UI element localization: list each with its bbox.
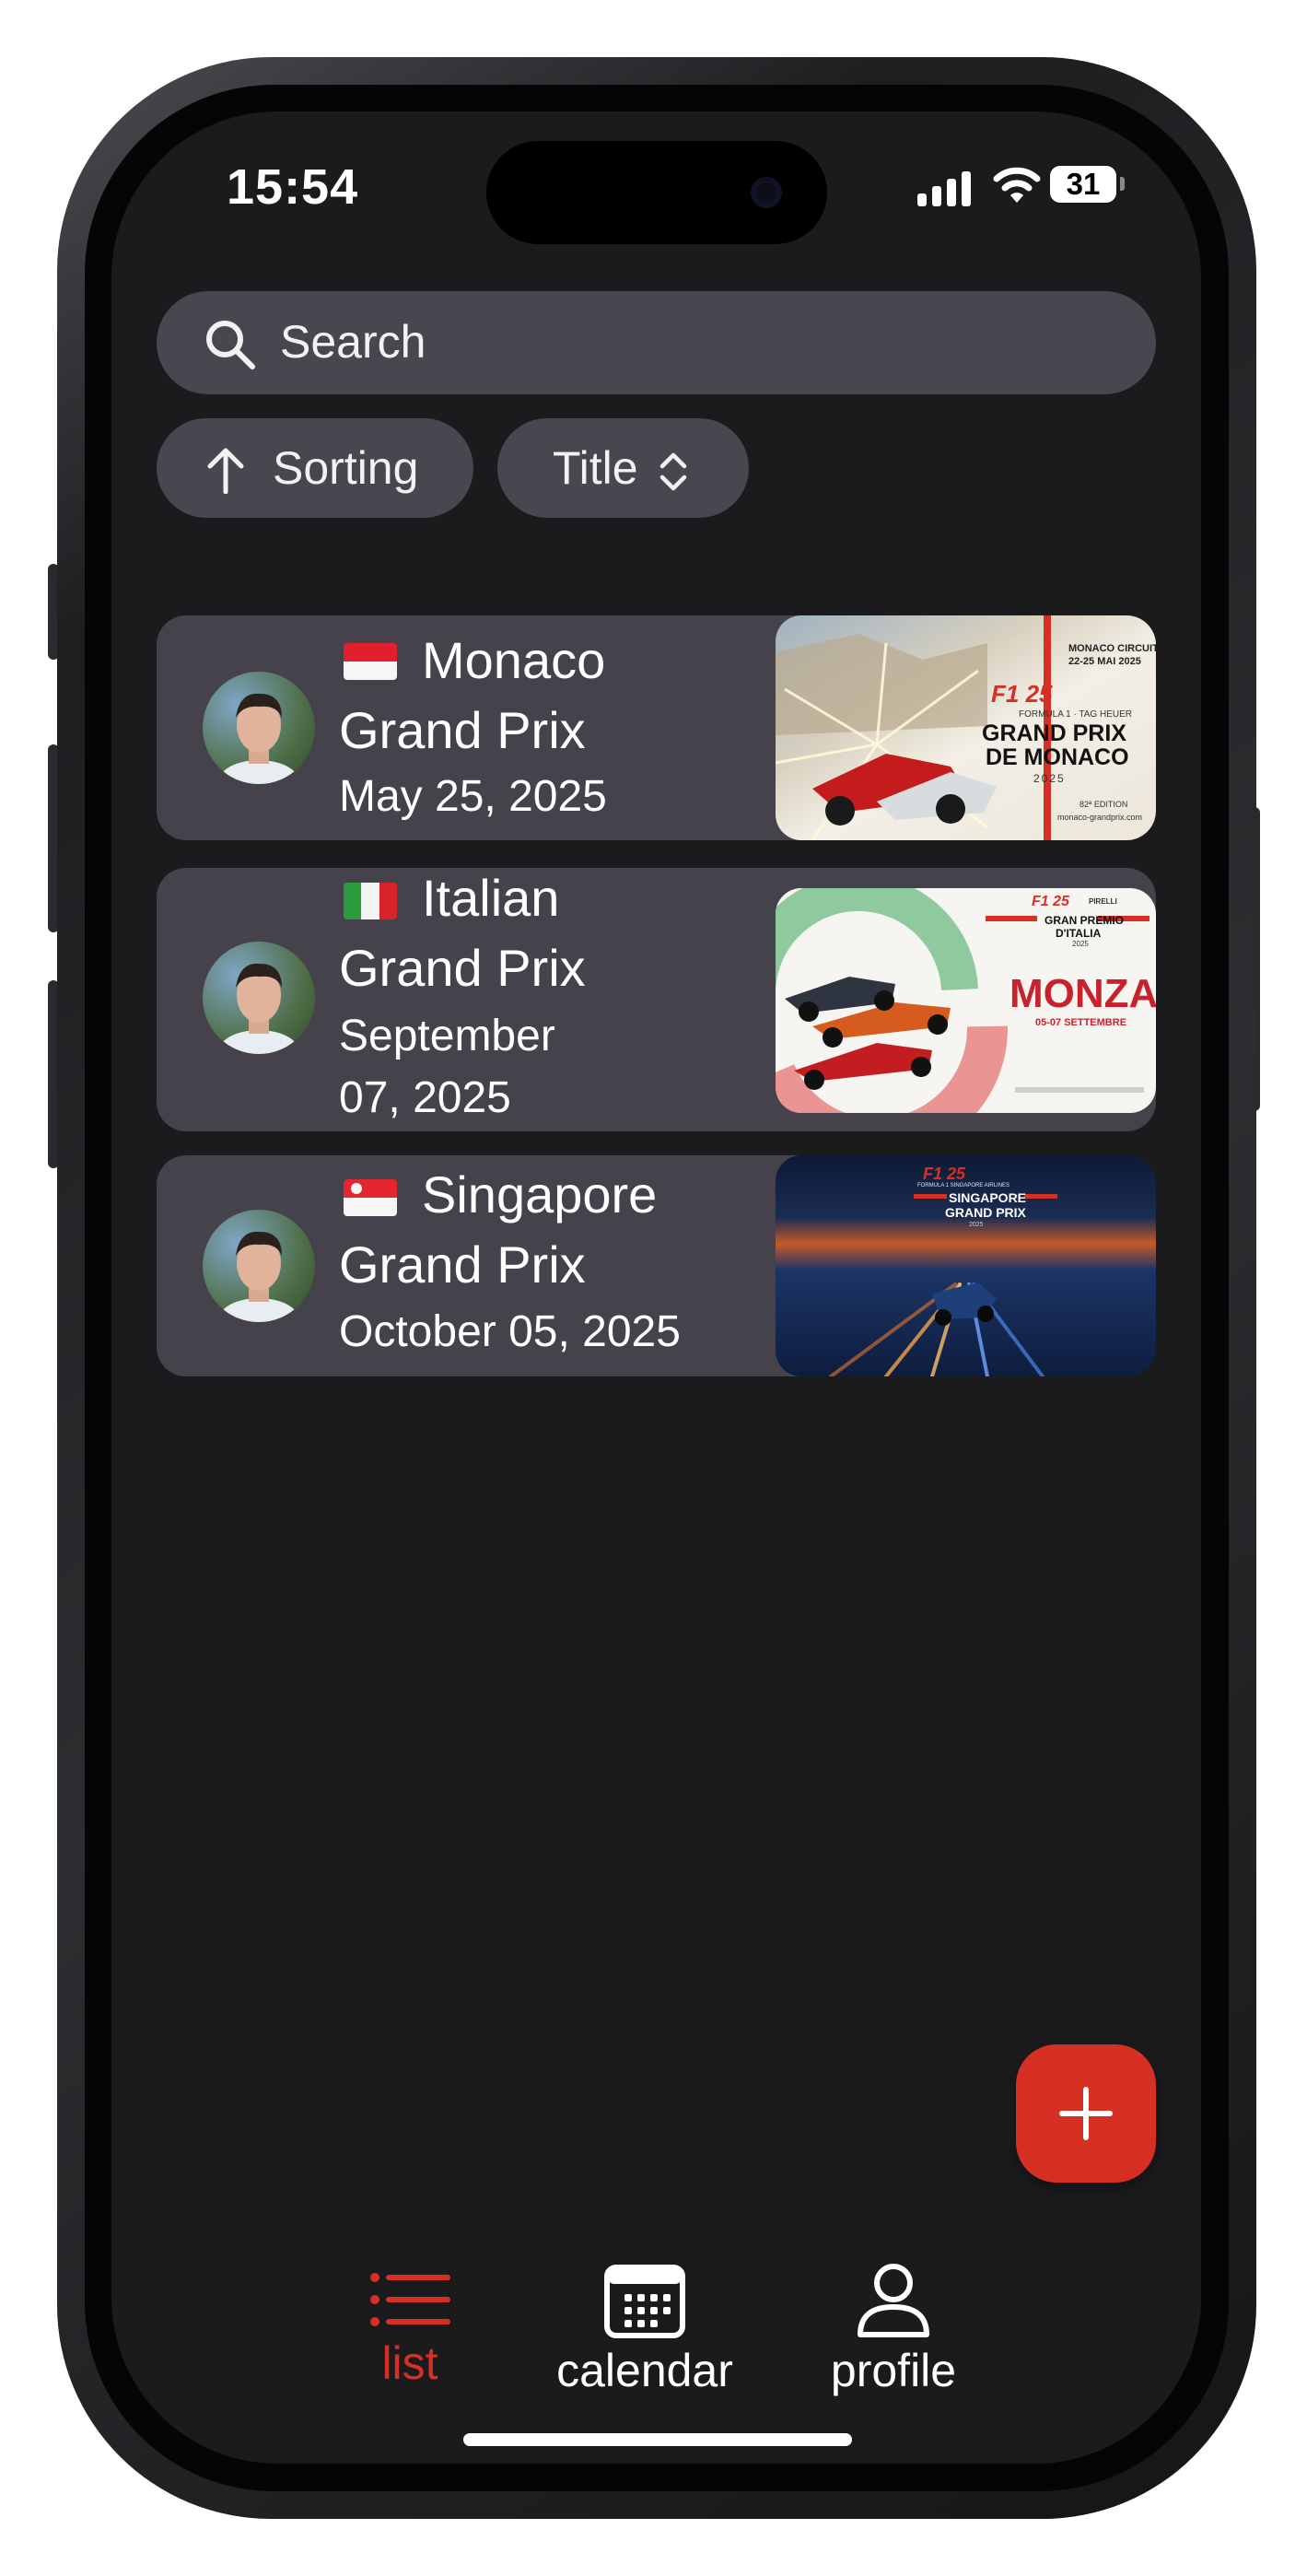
poster-name-line2: GRAND PRIX (945, 1205, 1026, 1220)
poster-name-line1: SINGAPORE (949, 1190, 1027, 1205)
list-icon (370, 2273, 450, 2326)
battery-icon: 31 (1050, 166, 1116, 203)
poster-f1-logo: F1 25 (991, 680, 1053, 708)
tab-profile-label: profile (830, 2345, 957, 2396)
flag-monaco-icon (344, 643, 397, 680)
flag-italy-icon (344, 883, 397, 919)
calendar-icon (604, 2265, 685, 2338)
title-sort-label: Title (553, 442, 638, 494)
chevron-up-down-icon (659, 452, 687, 491)
event-poster-italy: F1 25 PIRELLI GRAN PREMIO D'ITALIA 2025 … (776, 888, 1156, 1113)
avatar (203, 1210, 315, 1322)
tab-list[interactable]: list (341, 2257, 479, 2389)
tab-list-label: list (381, 2337, 438, 2389)
event-date-line2: 07, 2025 (339, 1073, 511, 1122)
poster-edition: 82ª EDITION (1079, 800, 1128, 809)
tab-calendar-label: calendar (556, 2345, 733, 2396)
plus-icon (1059, 2087, 1113, 2140)
poster-city: MONZA (1009, 971, 1156, 1016)
poster-year: 2025 (1072, 940, 1089, 948)
cellular-signal-icon (917, 171, 971, 206)
event-date: October 05, 2025 (339, 1307, 681, 1356)
status-time: 15:54 (227, 159, 359, 215)
event-title-line2: Grand Prix (339, 939, 586, 997)
poster-dates: 05-07 SETTEMBRE (1035, 1017, 1127, 1028)
poster-year: 2025 (969, 1222, 984, 1228)
poster-sponsor: FORMULA 1 · TAG HEUER (1019, 709, 1132, 720)
poster-year: 2025 (1033, 772, 1066, 785)
sorting-label: Sorting (273, 442, 419, 494)
tab-calendar[interactable]: calendar (543, 2257, 746, 2396)
event-card-monaco[interactable]: Monaco Grand Prix May 25, 2025 MONACO CI… (157, 615, 1156, 840)
poster-dates: 22-25 MAI 2025 (1068, 656, 1141, 667)
poster-name-line2: D'ITALIA (1056, 927, 1102, 940)
arrow-up-icon (207, 448, 244, 494)
event-title-line2: Grand Prix (339, 701, 586, 759)
poster-sponsor: PIRELLI (1089, 897, 1117, 906)
avatar (203, 942, 315, 1054)
event-date: May 25, 2025 (339, 772, 607, 821)
event-title-line2: Grand Prix (339, 1235, 586, 1294)
avatar (203, 672, 315, 784)
add-event-button[interactable] (1016, 2044, 1156, 2183)
event-poster-singapore: F1 25 FORMULA 1 SINGAPORE AIRLINES SINGA… (776, 1155, 1156, 1376)
poster-name-line1: GRAND PRIX (982, 720, 1126, 746)
poster-name-line2: DE MONACO (986, 744, 1129, 770)
battery-tip (1120, 177, 1125, 191)
flag-singapore-icon (344, 1179, 397, 1216)
search-input[interactable]: Search (280, 315, 426, 369)
event-poster-monaco: MONACO CIRCUIT 22-25 MAI 2025 F1 25 FORM… (776, 615, 1156, 840)
poster-circuit: MONACO CIRCUIT (1068, 643, 1156, 654)
event-card-singapore[interactable]: Singapore Grand Prix October 05, 2025 F1… (157, 1155, 1156, 1376)
camera-icon (751, 177, 782, 208)
event-title-line1: Singapore (422, 1165, 658, 1224)
home-indicator[interactable] (463, 2433, 852, 2446)
poster-name-line1: GRAN PREMIO (1044, 914, 1125, 927)
tab-profile[interactable]: profile (801, 2257, 986, 2396)
event-title-line1: Monaco (422, 631, 606, 689)
poster-f1-logo: F1 25 (1032, 894, 1069, 909)
event-title-line1: Italian (422, 869, 560, 927)
poster-website: monaco-grandprix.com (1057, 813, 1143, 822)
search-icon (206, 321, 255, 369)
wifi-icon (993, 167, 1041, 203)
person-icon (858, 2264, 929, 2337)
poster-f1-logo: F1 25 (923, 1165, 966, 1183)
event-date-line1: September (339, 1012, 555, 1060)
event-card-italy[interactable]: Italian Grand Prix September 07, 2025 F1… (157, 868, 1156, 1131)
poster-sponsor: FORMULA 1 SINGAPORE AIRLINES (917, 1183, 1010, 1188)
